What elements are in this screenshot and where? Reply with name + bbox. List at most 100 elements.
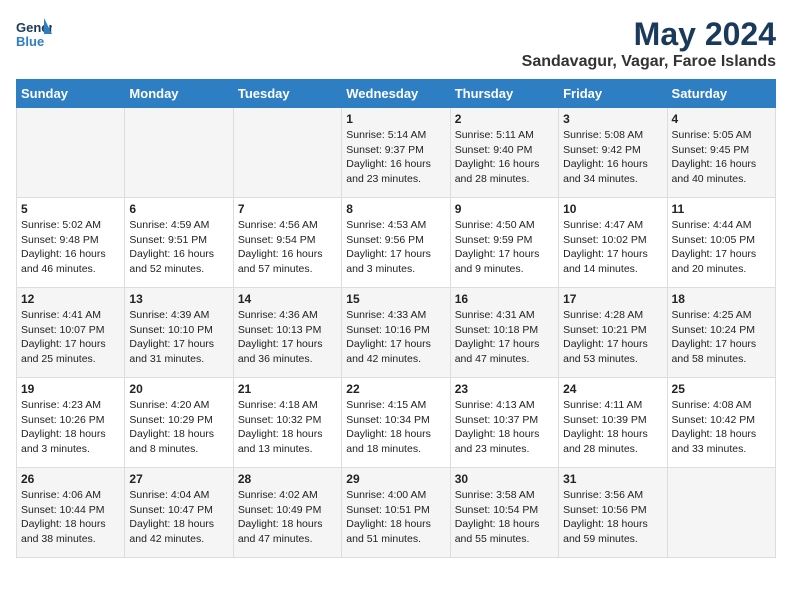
calendar-cell: 2 Sunrise: 5:11 AMSunset: 9:40 PMDaylight… [450, 108, 558, 198]
calendar-table: SundayMondayTuesdayWednesdayThursdayFrid… [16, 79, 776, 558]
calendar-cell: 4 Sunrise: 5:05 AMSunset: 9:45 PMDaylight… [667, 108, 775, 198]
svg-text:Blue: Blue [16, 34, 44, 49]
calendar-cell: 1Sunrise: 5:14 AMSunset: 9:37 PMDaylight… [342, 108, 450, 198]
calendar-cell: 30 Sunrise: 3:58 AMSunset: 10:54 PMDaylig… [450, 468, 558, 558]
calendar-cell: 28 Sunrise: 4:02 AMSunset: 10:49 PMDaylig… [233, 468, 341, 558]
calendar-week-4: 19 Sunrise: 4:23 AMSunset: 10:26 PMDaylig… [17, 378, 776, 468]
day-number: 25 [672, 382, 771, 396]
day-number: 11 [672, 202, 771, 216]
day-info: Sunrise: 3:58 AMSunset: 10:54 PMDaylight… [455, 488, 554, 547]
day-info: Sunrise: 5:05 AMSunset: 9:45 PMDaylight:… [672, 128, 771, 187]
calendar-week-5: 26 Sunrise: 4:06 AMSunset: 10:44 PMDaylig… [17, 468, 776, 558]
day-number: 26 [21, 472, 120, 486]
day-number: 29 [346, 472, 445, 486]
day-number: 5 [21, 202, 120, 216]
calendar-cell: 17 Sunrise: 4:28 AMSunset: 10:21 PMDaylig… [559, 288, 667, 378]
page-header: General Blue May 2024 Sandavagur, Vagar,… [16, 16, 776, 71]
day-number: 8 [346, 202, 445, 216]
calendar-header-row: SundayMondayTuesdayWednesdayThursdayFrid… [17, 80, 776, 108]
calendar-cell: 18 Sunrise: 4:25 AMSunset: 10:24 PMDaylig… [667, 288, 775, 378]
day-number: 14 [238, 292, 337, 306]
day-info: Sunrise: 5:02 AMSunset: 9:48 PMDaylight:… [21, 218, 120, 277]
day-info: Sunrise: 5:14 AMSunset: 9:37 PMDaylight:… [346, 128, 445, 187]
logo: General Blue [16, 16, 56, 52]
day-info: Sunrise: 4:15 AMSunset: 10:34 PMDaylight… [346, 398, 445, 457]
calendar-cell: 20Sunrise: 4:20 AMSunset: 10:29 PMDaylig… [125, 378, 233, 468]
calendar-cell: 23 Sunrise: 4:13 AMSunset: 10:37 PMDaylig… [450, 378, 558, 468]
day-info: Sunrise: 4:44 AMSunset: 10:05 PMDaylight… [672, 218, 771, 277]
day-number: 13 [129, 292, 228, 306]
day-info: Sunrise: 4:23 AMSunset: 10:26 PMDaylight… [21, 398, 120, 457]
calendar-cell: 10Sunrise: 4:47 AMSunset: 10:02 PMDaylig… [559, 198, 667, 288]
day-number: 17 [563, 292, 662, 306]
calendar-cell: 13Sunrise: 4:39 AMSunset: 10:10 PMDaylig… [125, 288, 233, 378]
calendar-cell: 15Sunrise: 4:33 AMSunset: 10:16 PMDaylig… [342, 288, 450, 378]
day-info: Sunrise: 4:56 AMSunset: 9:54 PMDaylight:… [238, 218, 337, 277]
day-info: Sunrise: 4:08 AMSunset: 10:42 PMDaylight… [672, 398, 771, 457]
calendar-cell: 22Sunrise: 4:15 AMSunset: 10:34 PMDaylig… [342, 378, 450, 468]
day-number: 27 [129, 472, 228, 486]
day-info: Sunrise: 4:11 AMSunset: 10:39 PMDaylight… [563, 398, 662, 457]
day-number: 28 [238, 472, 337, 486]
calendar-cell: 11 Sunrise: 4:44 AMSunset: 10:05 PMDaylig… [667, 198, 775, 288]
calendar-cell: 5 Sunrise: 5:02 AMSunset: 9:48 PMDaylight… [17, 198, 125, 288]
calendar-cell: 14 Sunrise: 4:36 AMSunset: 10:13 PMDaylig… [233, 288, 341, 378]
day-info: Sunrise: 4:53 AMSunset: 9:56 PMDaylight:… [346, 218, 445, 277]
calendar-cell: 26 Sunrise: 4:06 AMSunset: 10:44 PMDaylig… [17, 468, 125, 558]
day-number: 4 [672, 112, 771, 126]
day-info: Sunrise: 4:06 AMSunset: 10:44 PMDaylight… [21, 488, 120, 547]
day-info: Sunrise: 5:11 AMSunset: 9:40 PMDaylight:… [455, 128, 554, 187]
day-info: Sunrise: 4:25 AMSunset: 10:24 PMDaylight… [672, 308, 771, 367]
day-info: Sunrise: 4:31 AMSunset: 10:18 PMDaylight… [455, 308, 554, 367]
day-number: 18 [672, 292, 771, 306]
day-info: Sunrise: 4:20 AMSunset: 10:29 PMDaylight… [129, 398, 228, 457]
day-info: Sunrise: 4:33 AMSunset: 10:16 PMDaylight… [346, 308, 445, 367]
calendar-cell [667, 468, 775, 558]
day-number: 3 [563, 112, 662, 126]
calendar-week-2: 5 Sunrise: 5:02 AMSunset: 9:48 PMDaylight… [17, 198, 776, 288]
day-info: Sunrise: 4:50 AMSunset: 9:59 PMDaylight:… [455, 218, 554, 277]
calendar-cell [125, 108, 233, 198]
logo-icon: General Blue [16, 16, 52, 52]
day-number: 30 [455, 472, 554, 486]
day-info: Sunrise: 4:28 AMSunset: 10:21 PMDaylight… [563, 308, 662, 367]
calendar-cell: 29Sunrise: 4:00 AMSunset: 10:51 PMDaylig… [342, 468, 450, 558]
day-info: Sunrise: 4:36 AMSunset: 10:13 PMDaylight… [238, 308, 337, 367]
month-title: May 2024 [522, 16, 776, 53]
calendar-week-1: 1Sunrise: 5:14 AMSunset: 9:37 PMDaylight… [17, 108, 776, 198]
header-thursday: Thursday [450, 80, 558, 108]
calendar-cell: 7 Sunrise: 4:56 AMSunset: 9:54 PMDaylight… [233, 198, 341, 288]
day-info: Sunrise: 4:18 AMSunset: 10:32 PMDaylight… [238, 398, 337, 457]
day-number: 9 [455, 202, 554, 216]
day-number: 2 [455, 112, 554, 126]
day-number: 10 [563, 202, 662, 216]
calendar-cell: 12Sunrise: 4:41 AMSunset: 10:07 PMDaylig… [17, 288, 125, 378]
calendar-cell: 27Sunrise: 4:04 AMSunset: 10:47 PMDaylig… [125, 468, 233, 558]
header-sunday: Sunday [17, 80, 125, 108]
calendar-cell: 31Sunrise: 3:56 AMSunset: 10:56 PMDaylig… [559, 468, 667, 558]
day-info: Sunrise: 4:13 AMSunset: 10:37 PMDaylight… [455, 398, 554, 457]
title-section: May 2024 Sandavagur, Vagar, Faroe Island… [522, 16, 776, 71]
calendar-cell: 3Sunrise: 5:08 AMSunset: 9:42 PMDaylight… [559, 108, 667, 198]
calendar-cell: 24 Sunrise: 4:11 AMSunset: 10:39 PMDaylig… [559, 378, 667, 468]
calendar-cell: 21 Sunrise: 4:18 AMSunset: 10:32 PMDaylig… [233, 378, 341, 468]
day-number: 16 [455, 292, 554, 306]
header-saturday: Saturday [667, 80, 775, 108]
day-number: 23 [455, 382, 554, 396]
day-number: 24 [563, 382, 662, 396]
calendar-cell [17, 108, 125, 198]
header-monday: Monday [125, 80, 233, 108]
day-number: 7 [238, 202, 337, 216]
calendar-week-3: 12Sunrise: 4:41 AMSunset: 10:07 PMDaylig… [17, 288, 776, 378]
header-friday: Friday [559, 80, 667, 108]
day-number: 21 [238, 382, 337, 396]
day-number: 19 [21, 382, 120, 396]
header-wednesday: Wednesday [342, 80, 450, 108]
header-tuesday: Tuesday [233, 80, 341, 108]
calendar-cell: 19 Sunrise: 4:23 AMSunset: 10:26 PMDaylig… [17, 378, 125, 468]
day-number: 6 [129, 202, 228, 216]
day-info: Sunrise: 3:56 AMSunset: 10:56 PMDaylight… [563, 488, 662, 547]
calendar-cell: 9 Sunrise: 4:50 AMSunset: 9:59 PMDaylight… [450, 198, 558, 288]
day-info: Sunrise: 4:02 AMSunset: 10:49 PMDaylight… [238, 488, 337, 547]
calendar-cell [233, 108, 341, 198]
